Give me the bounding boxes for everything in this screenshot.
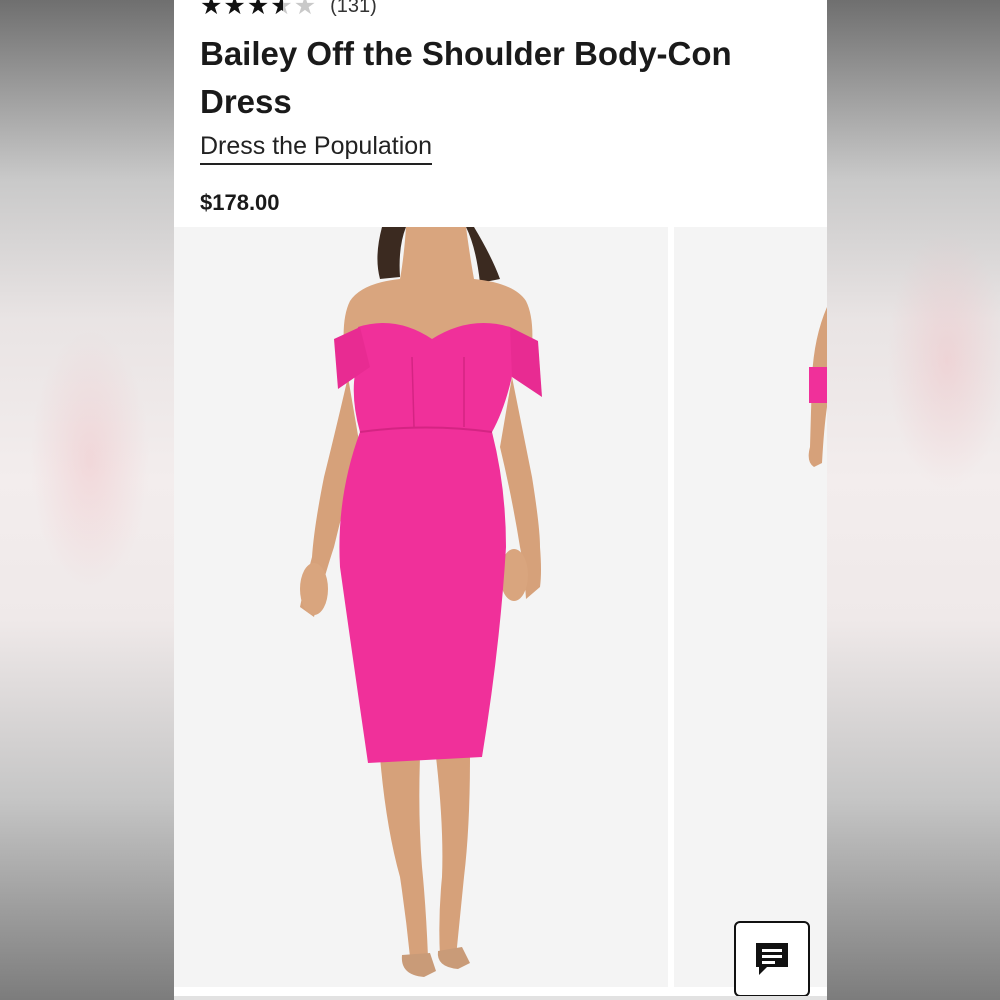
product-page: ★★★★★ (131) Bailey Off the Shoulder Body…: [174, 0, 827, 1000]
star-icon: ★: [270, 0, 292, 19]
brand-link[interactable]: Dress the Population: [200, 131, 433, 165]
blurred-background-right: [827, 0, 1000, 1000]
product-photo-front[interactable]: [174, 227, 668, 987]
product-title: Bailey Off the Shoulder Body-Con Dress: [200, 35, 732, 120]
product-price: $178.00: [200, 190, 280, 215]
blurred-background-left: [0, 0, 174, 1000]
star-icon: ★: [293, 0, 317, 20]
star-rating: ★ ★ ★ ★ ★: [200, 0, 316, 19]
divider: [174, 996, 827, 1000]
star-icon: ★: [223, 0, 246, 20]
image-gallery[interactable]: [174, 227, 827, 1000]
product-photo-side[interactable]: [674, 227, 827, 987]
model-illustration-side: [674, 227, 827, 987]
model-illustration-front: [174, 227, 668, 987]
chat-icon: [756, 943, 788, 975]
review-count[interactable]: (131): [330, 0, 377, 18]
chat-button[interactable]: [734, 921, 810, 997]
star-icon: ★: [246, 0, 270, 20]
rating-row[interactable]: ★★★★★ (131): [200, 0, 377, 20]
star-icon: ★: [200, 0, 223, 20]
